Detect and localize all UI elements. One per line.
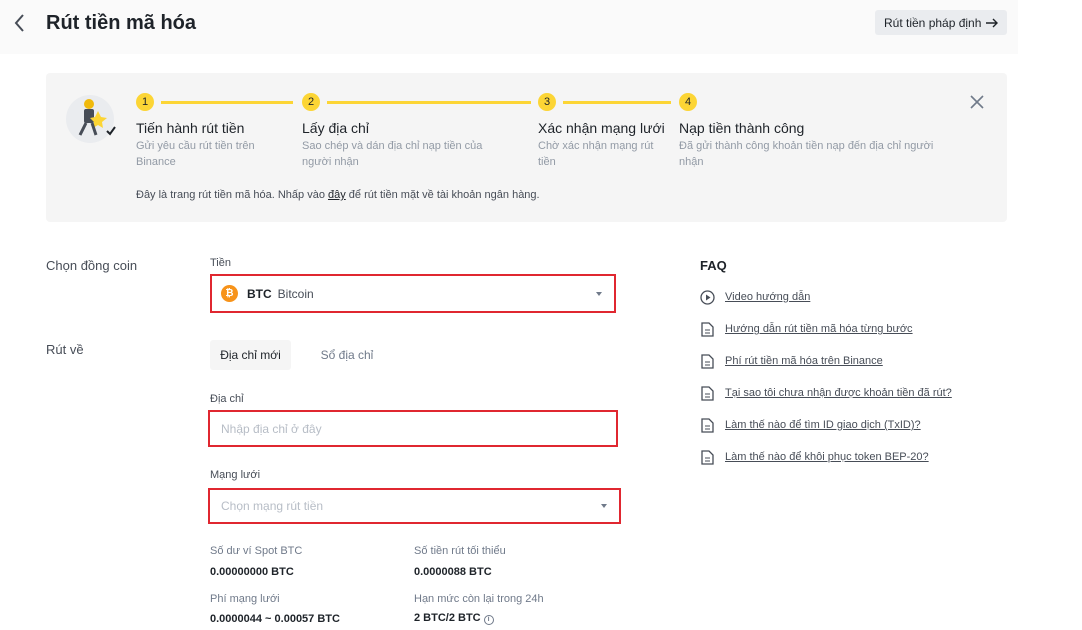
info-icon[interactable]: i xyxy=(483,615,494,625)
faq-item-text: Làm thế nào để tìm ID giao dịch (TxID)? xyxy=(725,419,921,431)
coin-field-label: Tiền xyxy=(210,257,231,269)
step-desc: Gửi yêu cầu rút tiền trên Binance xyxy=(136,140,255,168)
faq-item-video[interactable]: Video hướng dẫn xyxy=(700,289,810,305)
tab-address-book[interactable]: Sổ địa chỉ xyxy=(310,340,384,370)
faq-title: FAQ xyxy=(700,258,727,273)
choose-coin-label: Chọn đồng coin xyxy=(46,258,138,273)
faq-item-text: Video hướng dẫn xyxy=(725,291,811,303)
network-label: Mạng lưới xyxy=(210,469,261,481)
network-placeholder: Chọn mạng rút tiền xyxy=(221,499,324,513)
network-fee-label: Phí mạng lưới xyxy=(210,593,280,605)
withdraw-to-label: Rút về xyxy=(46,342,84,357)
caret-down-icon xyxy=(601,504,607,508)
faq-item-fees[interactable]: Phí rút tiền mã hóa trên Binance xyxy=(700,353,883,369)
step-desc: Chờ xác nhận mạng rút tiền xyxy=(538,140,654,168)
spot-balance-label: Số dư ví Spot BTC xyxy=(210,545,303,557)
close-icon[interactable] xyxy=(970,95,984,109)
step-desc: Đã gửi thành công khoản tiền nạp đến địa… xyxy=(679,140,934,168)
arrow-right-icon xyxy=(986,18,999,27)
fiat-withdraw-button[interactable]: Rút tiền pháp định xyxy=(875,10,1007,35)
document-icon xyxy=(700,353,715,369)
step-title: Xác nhận mạng lưới xyxy=(538,120,665,136)
step-connector xyxy=(161,101,293,104)
step-number: 2 xyxy=(302,93,320,111)
btc-icon: ₿ xyxy=(221,285,238,302)
faq-item-text: Phí rút tiền mã hóa trên Binance xyxy=(725,355,883,367)
coin-select[interactable]: ₿ BTC Bitcoin xyxy=(210,274,616,313)
step-number: 1 xyxy=(136,93,154,111)
withdraw-illustration-icon xyxy=(65,91,119,145)
note-text: để rút tiền mặt về tài khoản ngân hàng. xyxy=(345,189,540,201)
step-title: Lấy địa chỉ xyxy=(302,120,369,136)
fiat-withdraw-label: Rút tiền pháp định xyxy=(884,15,982,30)
step-title: Tiến hành rút tiền xyxy=(136,120,245,136)
faq-item-not-received[interactable]: Tại sao tôi chưa nhận được khoản tiền đã… xyxy=(700,385,952,401)
step-number: 3 xyxy=(538,93,556,111)
tab-new-address[interactable]: Địa chỉ mới xyxy=(210,340,291,370)
spot-balance-value: 0.00000000 BTC xyxy=(210,566,294,578)
address-input[interactable]: Nhập địa chỉ ở đây xyxy=(208,410,618,447)
faq-item-text: Tại sao tôi chưa nhận được khoản tiền đã… xyxy=(725,387,952,399)
caret-down-icon xyxy=(596,292,602,296)
faq-item-txid[interactable]: Làm thế nào để tìm ID giao dịch (TxID)? xyxy=(700,417,921,433)
page-title: Rút tiền mã hóa xyxy=(46,12,197,34)
address-label: Địa chỉ xyxy=(210,393,244,405)
faq-item-text: Hướng dẫn rút tiền mã hóa từng bước xyxy=(725,323,913,335)
document-icon xyxy=(700,385,715,401)
coin-symbol: BTC xyxy=(247,286,272,301)
step-connector xyxy=(563,101,671,104)
limit-value-row: 2 BTC/2 BTC i xyxy=(414,612,494,625)
bank-withdraw-link[interactable]: đây xyxy=(328,189,346,201)
play-circle-icon xyxy=(700,289,715,305)
back-arrow-icon[interactable] xyxy=(12,12,30,34)
faq-item-bep20[interactable]: Làm thế nào để khôi phục token BEP-20? xyxy=(700,449,929,465)
faq-item-guide[interactable]: Hướng dẫn rút tiền mã hóa từng bước xyxy=(700,321,913,337)
limit-label: Hạn mức còn lại trong 24h xyxy=(414,593,544,605)
document-icon xyxy=(700,417,715,433)
min-withdraw-label: Số tiền rút tối thiểu xyxy=(414,545,506,557)
note-text: Đây là trang rút tiền mã hóa. Nhấp vào xyxy=(136,189,328,201)
document-icon xyxy=(700,321,715,337)
network-fee-value: 0.0000044 ~ 0.00057 BTC xyxy=(210,613,340,625)
step-number: 4 xyxy=(679,93,697,111)
step-connector xyxy=(327,101,531,104)
step-desc: Sao chép và dán địa chỉ nạp tiền của ngư… xyxy=(302,140,483,168)
top-bar: Rút tiền mã hóa Rút tiền pháp định xyxy=(0,0,1018,54)
limit-value: 2 BTC/2 BTC xyxy=(414,612,481,624)
document-icon xyxy=(700,449,715,465)
min-withdraw-value: 0.0000088 BTC xyxy=(414,566,492,578)
step-title: Nạp tiền thành công xyxy=(679,120,805,136)
network-select[interactable]: Chọn mạng rút tiền xyxy=(208,488,621,524)
coin-name: Bitcoin xyxy=(277,286,314,301)
steps-panel: 1 Tiến hành rút tiền Gửi yêu cầu rút tiề… xyxy=(46,73,1007,222)
info-note: Đây là trang rút tiền mã hóa. Nhấp vào đ… xyxy=(136,189,540,201)
faq-item-text: Làm thế nào để khôi phục token BEP-20? xyxy=(725,451,929,463)
